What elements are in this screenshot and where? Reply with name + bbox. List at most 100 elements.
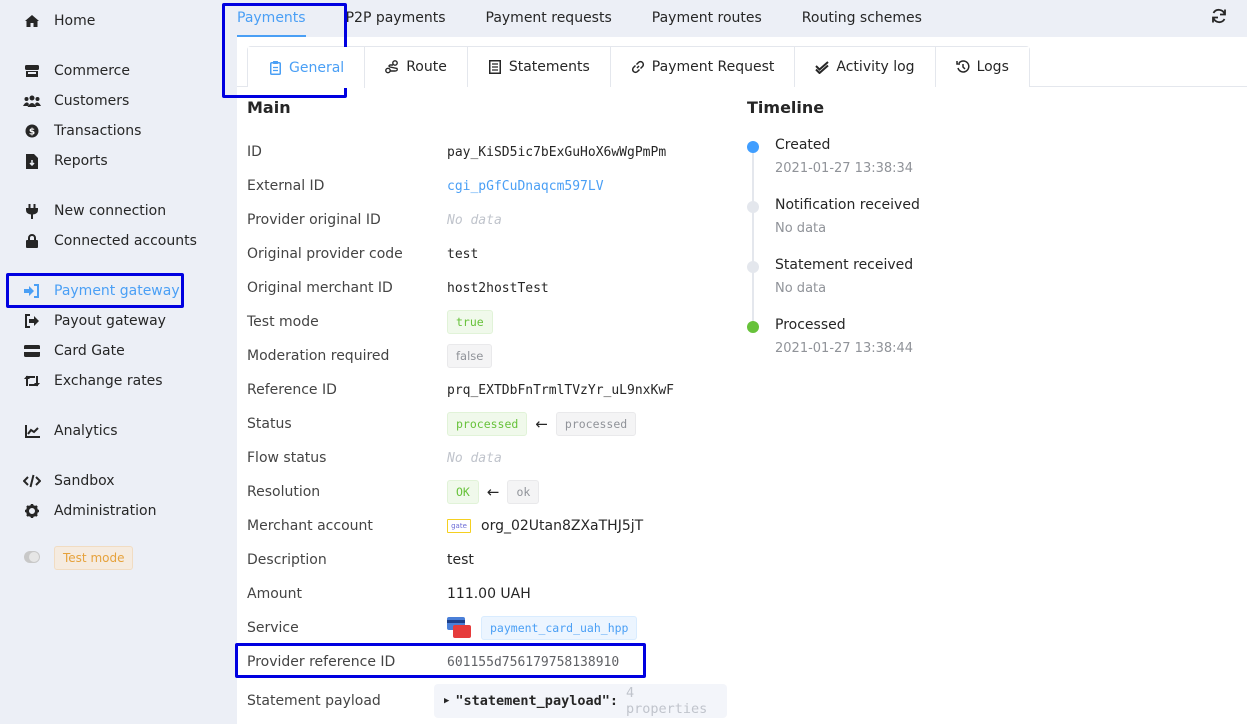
sidebar-item-label: Payment gateway [54, 283, 180, 299]
sidebar-item-new-connection[interactable]: New connection [22, 198, 166, 224]
timeline-event-time: 2021-01-27 13:38:34 [775, 161, 914, 176]
sidebar-item-commerce[interactable]: Commerce [22, 58, 130, 84]
subtab-label: Payment Request [651, 59, 775, 75]
field-label: Provider original ID [247, 212, 381, 228]
timeline-event-title: Created [775, 137, 831, 153]
service-tag: payment_card_uah_hpp [481, 616, 638, 640]
tab-payment-routes[interactable]: Payment routes [652, 0, 762, 37]
chart-line-icon [22, 423, 42, 439]
field-moderation-required: Moderation required false [247, 344, 727, 368]
field-label: Status [247, 416, 292, 432]
field-label: Merchant account [247, 518, 373, 534]
field-label: Flow status [247, 450, 327, 466]
field-flow-status: Flow status No data [247, 446, 727, 470]
field-provider-original-id: Provider original ID No data [247, 208, 727, 232]
tab-payment-requests[interactable]: Payment requests [486, 0, 612, 37]
subtab-statements[interactable]: Statements [467, 47, 611, 87]
field-merchant-account: Merchant account gate org_02Utan8ZXaTHJ5… [247, 514, 727, 538]
sidebar-item-sandbox[interactable]: Sandbox [22, 468, 115, 494]
external-id-link[interactable]: cgi_pGfCuDnaqcm597LV [447, 179, 604, 194]
refresh-icon[interactable] [1211, 8, 1229, 26]
timeline-event-title: Notification received [775, 197, 920, 213]
sidebar-item-label: Administration [54, 503, 157, 519]
subtab-logs[interactable]: Logs [935, 47, 1029, 87]
field-label: Amount [247, 586, 303, 602]
sidebar-item-reports[interactable]: Reports [22, 148, 108, 174]
subtab-general[interactable]: General [248, 47, 366, 88]
timeline-dot [747, 321, 759, 333]
sidebar-item-label: Connected accounts [54, 233, 197, 249]
previous-resolution-tag: ok [507, 480, 540, 504]
sidebar-item-payout-gateway[interactable]: Payout gateway [22, 308, 166, 334]
sidebar-item-payment-gateway[interactable]: Payment gateway [22, 278, 180, 304]
sidebar-item-analytics[interactable]: Analytics [22, 418, 118, 444]
sidebar-item-home[interactable]: Home [22, 8, 95, 34]
field-statement-payload: Statement payload ▶ "statement_payload":… [247, 683, 727, 719]
timeline-event-title: Processed [775, 317, 846, 333]
original-merchant-id-value: host2hostTest [447, 280, 549, 296]
amount-value: 111.00 UAH [447, 586, 531, 602]
test-mode-toggle[interactable] [24, 551, 40, 563]
sidebar-item-exchange-rates[interactable]: Exchange rates [22, 368, 163, 394]
field-description: Description test [247, 548, 727, 572]
store-icon [22, 63, 42, 79]
subtab-label: Logs [976, 59, 1009, 75]
field-amount: Amount 111.00 UAH [247, 582, 727, 606]
previous-status-tag: processed [555, 412, 637, 436]
plug-icon [22, 203, 42, 219]
tab-payments[interactable]: Payments [237, 0, 306, 37]
field-label: Test mode [247, 314, 319, 330]
field-label: Reference ID [247, 382, 337, 398]
sidebar-item-label: Customers [54, 93, 130, 109]
sidebar-item-label: New connection [54, 203, 167, 219]
json-property-count: 4 properties [625, 685, 708, 717]
sidebar-item-label: Reports [54, 153, 108, 169]
tab-routing-schemes[interactable]: Routing schemes [802, 0, 922, 37]
subtab-route[interactable]: Route [365, 47, 468, 87]
tab-p2p-payments[interactable]: P2P payments [346, 0, 446, 37]
sidebar-item-label: Commerce [54, 63, 130, 79]
payment-id-value: pay_KiSD5ic7bExGuHoX6wWgPmPm [447, 144, 667, 160]
double-check-icon [815, 60, 830, 74]
reference-id-value: prq_EXTDbFnTrmlTVzYr_uL9nxKwF [447, 382, 674, 398]
gate-logo-icon: gate [447, 519, 471, 533]
timeline-event-time: No data [775, 281, 827, 296]
sidebar-item-label: Payout gateway [54, 313, 166, 329]
sidebar-item-transactions[interactable]: $ Transactions [22, 118, 141, 144]
description-value: test [447, 552, 474, 568]
sidebar-item-administration[interactable]: Administration [22, 498, 156, 524]
field-label: Statement payload [247, 693, 381, 709]
test-mode-badge: Test mode [54, 546, 134, 570]
link-icon [631, 60, 645, 74]
retweet-icon [22, 373, 42, 389]
field-label: Original provider code [247, 246, 403, 262]
sign-in-icon [22, 283, 42, 299]
sub-tabs: General Route Statements Payment Request… [247, 46, 1030, 88]
subtab-label: Activity log [836, 59, 915, 75]
no-data-value: No data [447, 212, 502, 228]
sidebar-item-card-gate[interactable]: Card Gate [22, 338, 125, 364]
subtab-payment-request[interactable]: Payment Request [610, 47, 796, 87]
sidebar-item-label: Transactions [54, 123, 142, 139]
timeline-section-title: Timeline [747, 98, 825, 117]
field-resolution: Resolution OK ← ok [247, 480, 727, 504]
payment-card-icon [447, 617, 471, 639]
merchant-account-link[interactable]: org_02Utan8ZXaTHJ5jT [481, 518, 643, 534]
sidebar-item-connected-accounts[interactable]: Connected accounts [22, 228, 197, 254]
sidebar: Home Commerce Customers $ Transactions R… [0, 0, 222, 724]
sidebar-item-label: Card Gate [54, 343, 125, 359]
field-label: Service [247, 620, 299, 636]
field-original-merchant-id: Original merchant ID host2hostTest [247, 276, 727, 300]
field-label: ID [247, 144, 262, 160]
timeline-dot [747, 261, 759, 273]
statement-payload-json-toggle[interactable]: ▶ "statement_payload": 4 properties [433, 684, 727, 718]
json-key: "statement_payload": [455, 693, 618, 709]
field-reference-id: Reference ID prq_EXTDbFnTrmlTVzYr_uL9nxK… [247, 378, 727, 402]
field-label: Provider reference ID [247, 654, 396, 670]
sidebar-item-customers[interactable]: Customers [22, 88, 129, 114]
dollar-icon: $ [22, 123, 42, 139]
field-label: Description [247, 552, 327, 568]
subtab-label: Statements [508, 59, 590, 75]
subtab-activity-log[interactable]: Activity log [795, 47, 936, 87]
no-data-value: No data [447, 450, 502, 466]
